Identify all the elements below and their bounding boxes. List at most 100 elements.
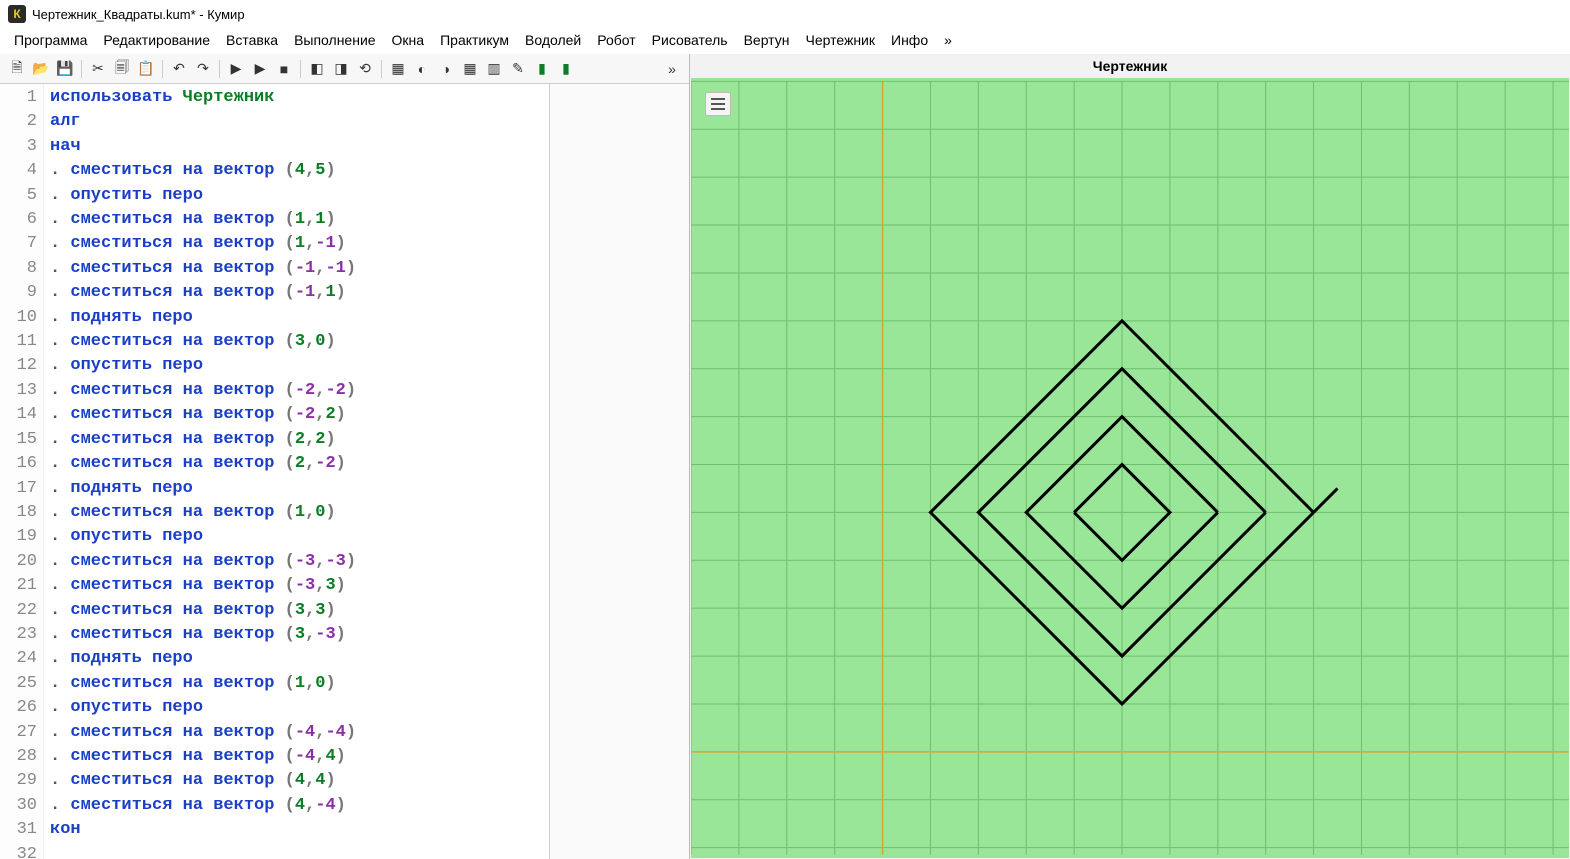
code-line[interactable]: . сместиться на вектор (-2,-2): [50, 379, 543, 403]
counter-icon[interactable]: ▦: [387, 58, 409, 80]
line-number: 17: [2, 477, 37, 501]
code-line[interactable]: . сместиться на вектор (-4,-4): [50, 721, 543, 745]
line-number: 20: [2, 550, 37, 574]
line-gutter: 1234567891011121314151617181920212223242…: [0, 84, 44, 859]
code-line[interactable]: . сместиться на вектор (1,0): [50, 501, 543, 525]
code-line[interactable]: использовать Чертежник: [50, 86, 543, 110]
new-file-icon[interactable]: 🗎: [6, 58, 28, 80]
line-number: 12: [2, 354, 37, 378]
code-line[interactable]: . сместиться на вектор (3,0): [50, 330, 543, 354]
run-icon[interactable]: ▶: [225, 58, 247, 80]
code-line[interactable]: . сместиться на вектор (1,1): [50, 208, 543, 232]
code-line[interactable]: . сместиться на вектор (4,-4): [50, 794, 543, 818]
code-line[interactable]: . сместиться на вектор (-4,4): [50, 745, 543, 769]
titlebar: К Чертежник_Квадраты.kum* - Кумир: [0, 0, 1570, 28]
tool-b-icon[interactable]: ◨: [330, 58, 352, 80]
tool-c-icon[interactable]: ⟲: [354, 58, 376, 80]
line-number: 7: [2, 232, 37, 256]
menu-info[interactable]: Инфо: [885, 30, 934, 50]
tool-a-icon[interactable]: ◧: [306, 58, 328, 80]
menu-run[interactable]: Выполнение: [288, 30, 381, 50]
toolbar-more[interactable]: »: [661, 58, 683, 80]
line-number: 15: [2, 428, 37, 452]
menu-insert[interactable]: Вставка: [220, 30, 284, 50]
code-line[interactable]: . сместиться на вектор (-3,-3): [50, 550, 543, 574]
redo-icon[interactable]: ↷: [192, 58, 214, 80]
menu-vertun[interactable]: Вертун: [738, 30, 796, 50]
code-line[interactable]: . сместиться на вектор (3,3): [50, 599, 543, 623]
stop-icon[interactable]: ■: [273, 58, 295, 80]
menu-program[interactable]: Программа: [8, 30, 93, 50]
code-line[interactable]: . сместиться на вектор (-3,3): [50, 574, 543, 598]
open-file-icon[interactable]: 📂: [30, 58, 52, 80]
code-line[interactable]: . сместиться на вектор (3,-3): [50, 623, 543, 647]
menu-vodoley[interactable]: Водолей: [519, 30, 587, 50]
canvas-pane: Чертежник: [690, 54, 1570, 859]
wave2-icon[interactable]: ◑: [435, 58, 457, 80]
line-number: 21: [2, 574, 37, 598]
canvas-menu-icon[interactable]: [705, 92, 731, 116]
code-line[interactable]: . сместиться на вектор (-1,-1): [50, 257, 543, 281]
code-line[interactable]: . поднять перо: [50, 477, 543, 501]
code-line[interactable]: алг: [50, 110, 543, 134]
drawing-canvas[interactable]: [691, 78, 1569, 858]
line-number: 22: [2, 599, 37, 623]
code-line[interactable]: . сместиться на вектор (2,-2): [50, 452, 543, 476]
line-number: 14: [2, 403, 37, 427]
code-line[interactable]: . опустить перо: [50, 696, 543, 720]
line-number: 16: [2, 452, 37, 476]
code-line[interactable]: . сместиться на вектор (4,4): [50, 769, 543, 793]
line-number: 11: [2, 330, 37, 354]
window-title: Чертежник_Квадраты.kum* - Кумир: [32, 7, 245, 22]
line-number: 29: [2, 769, 37, 793]
line-number: 26: [2, 696, 37, 720]
step-icon[interactable]: ▶: [249, 58, 271, 80]
line-number: 31: [2, 818, 37, 842]
menu-windows[interactable]: Окна: [386, 30, 431, 50]
line-number: 27: [2, 721, 37, 745]
pencil-icon[interactable]: ✎: [507, 58, 529, 80]
code-area[interactable]: использовать Чертежникалгнач. сместиться…: [44, 84, 549, 859]
wave1-icon[interactable]: ◐: [411, 58, 433, 80]
menu-edit[interactable]: Редактирование: [97, 30, 216, 50]
code-line[interactable]: . поднять перо: [50, 647, 543, 671]
save-file-icon[interactable]: 💾: [54, 58, 76, 80]
cut-icon[interactable]: ✂: [87, 58, 109, 80]
code-line[interactable]: . сместиться на вектор (-2,2): [50, 403, 543, 427]
green2-icon[interactable]: ▮: [555, 58, 577, 80]
menu-risovatel[interactable]: Рисователь: [646, 30, 734, 50]
toolbar: 🗎 📂 💾 ✂ 🗐 📋 ↶ ↷ ▶ ▶ ■ ◧ ◨ ⟲ ▦ ◐ ◑ ▦ ▥ ✎: [0, 54, 689, 84]
line-number: 10: [2, 306, 37, 330]
green1-icon[interactable]: ▮: [531, 58, 553, 80]
copy-icon[interactable]: 🗐: [111, 58, 133, 80]
line-number: 4: [2, 159, 37, 183]
code-line[interactable]: . опустить перо: [50, 525, 543, 549]
line-number: 28: [2, 745, 37, 769]
code-line[interactable]: . сместиться на вектор (1,0): [50, 672, 543, 696]
menu-chertezhnik[interactable]: Чертежник: [799, 30, 881, 50]
grid-icon[interactable]: ▦: [459, 58, 481, 80]
line-number: 19: [2, 525, 37, 549]
undo-icon[interactable]: ↶: [168, 58, 190, 80]
menu-robot[interactable]: Робот: [591, 30, 641, 50]
menu-more[interactable]: »: [938, 30, 958, 50]
line-number: 18: [2, 501, 37, 525]
paste-icon[interactable]: 📋: [135, 58, 157, 80]
line-number: 5: [2, 184, 37, 208]
code-line[interactable]: . сместиться на вектор (2,2): [50, 428, 543, 452]
code-line[interactable]: . сместиться на вектор (-1,1): [50, 281, 543, 305]
line-number: 3: [2, 135, 37, 159]
line-number: 9: [2, 281, 37, 305]
code-line[interactable]: . опустить перо: [50, 354, 543, 378]
menu-practicum[interactable]: Практикум: [434, 30, 515, 50]
code-editor[interactable]: 1234567891011121314151617181920212223242…: [0, 84, 689, 859]
code-line[interactable]: кон: [50, 818, 543, 842]
code-line[interactable]: . опустить перо: [50, 184, 543, 208]
code-line[interactable]: . поднять перо: [50, 306, 543, 330]
code-line[interactable]: . сместиться на вектор (1,-1): [50, 232, 543, 256]
robot-icon[interactable]: ▥: [483, 58, 505, 80]
code-line[interactable]: . сместиться на вектор (4,5): [50, 159, 543, 183]
line-number: 1: [2, 86, 37, 110]
code-line[interactable]: нач: [50, 135, 543, 159]
editor-pane: 🗎 📂 💾 ✂ 🗐 📋 ↶ ↷ ▶ ▶ ■ ◧ ◨ ⟲ ▦ ◐ ◑ ▦ ▥ ✎: [0, 54, 690, 859]
